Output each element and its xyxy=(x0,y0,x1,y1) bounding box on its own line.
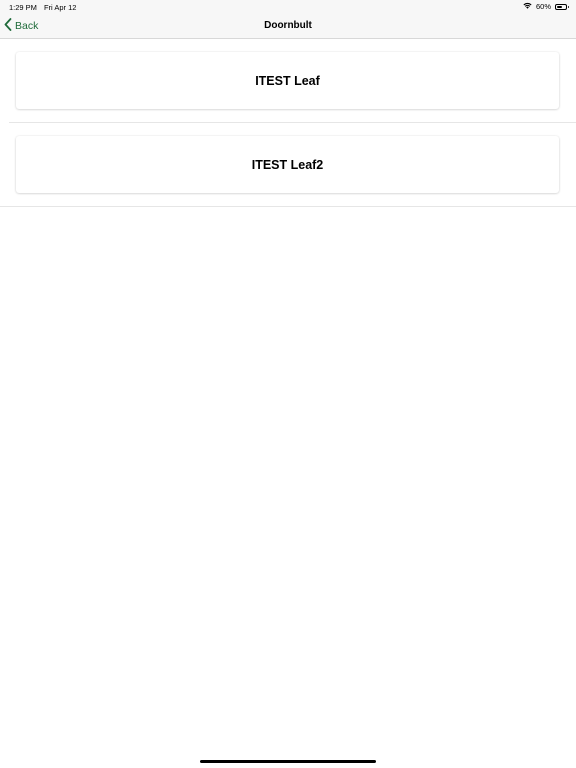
battery-level xyxy=(557,5,562,8)
row-divider xyxy=(0,206,576,207)
list-item-card[interactable]: ITEST Leaf2 xyxy=(16,136,559,193)
list-item-label: ITEST Leaf xyxy=(255,73,320,88)
navigation-bar: Back Doornbult xyxy=(0,14,576,39)
list-row: ITEST Leaf2 xyxy=(0,123,576,207)
list-item-label: ITEST Leaf2 xyxy=(251,157,324,172)
wifi-icon xyxy=(523,2,532,11)
status-left: 1:29 PM Fri Apr 12 xyxy=(9,3,76,12)
page-title: Doornbult xyxy=(264,20,312,31)
item-list: ITEST Leaf ITEST Leaf2 xyxy=(0,39,576,207)
status-time: 1:29 PM xyxy=(9,3,37,12)
home-indicator[interactable] xyxy=(200,760,376,763)
battery-tip xyxy=(567,5,569,8)
list-item-card[interactable]: ITEST Leaf xyxy=(16,52,559,109)
status-bar: 1:29 PM Fri Apr 12 60% xyxy=(0,0,576,14)
battery-percent: 60% xyxy=(535,2,551,11)
battery-icon xyxy=(555,3,569,10)
status-date: Fri Apr 12 xyxy=(43,3,77,12)
status-right: 60% xyxy=(523,2,569,11)
list-row: ITEST Leaf xyxy=(0,39,576,123)
app-screen: 1:29 PM Fri Apr 12 60% Back Doornbult IT… xyxy=(0,0,576,768)
